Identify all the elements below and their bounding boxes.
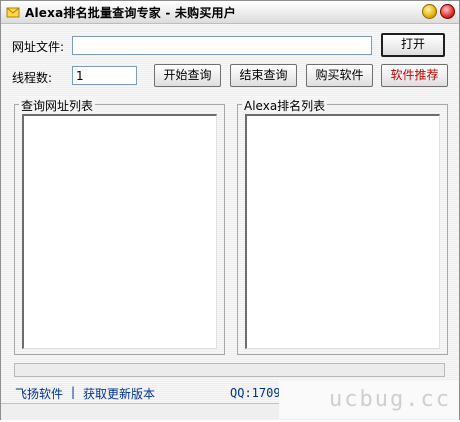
watermark-text: ucbug.cc [329, 387, 451, 412]
url-file-input[interactable] [72, 36, 372, 55]
app-window: Alexa排名批量查询专家 - 未购买用户 网址文件: 打开 线程数: 开始查询… [0, 0, 460, 420]
alexa-rank-listbox[interactable] [245, 114, 440, 349]
software-recommend-button[interactable]: 软件推荐 [381, 64, 448, 87]
threads-label: 线程数: [12, 71, 53, 85]
url-file-label: 网址文件: [12, 40, 65, 54]
alexa-rank-group-title: Alexa排名列表 [242, 97, 328, 114]
close-button[interactable] [440, 4, 455, 19]
title-bar[interactable]: Alexa排名批量查询专家 - 未购买用户 [1, 1, 459, 24]
footer-separator: | [71, 385, 76, 399]
query-url-group-title: 查询网址列表 [19, 97, 96, 114]
start-query-button[interactable]: 开始查询 [154, 64, 221, 87]
buy-software-button[interactable]: 购买软件 [306, 64, 373, 87]
window-title: Alexa排名批量查询专家 - 未购买用户 [25, 6, 236, 20]
open-button[interactable]: 打开 [381, 33, 445, 57]
threads-input[interactable] [72, 66, 137, 85]
query-url-group: 查询网址列表 [14, 97, 225, 355]
stop-query-button[interactable]: 结束查询 [230, 64, 297, 87]
envelope-icon [6, 5, 20, 19]
feiyang-software-link[interactable]: 飞扬软件 [15, 385, 63, 402]
get-update-link[interactable]: 获取更新版本 [83, 385, 155, 402]
progress-bar [14, 363, 445, 377]
minimize-button[interactable] [422, 4, 437, 19]
alexa-rank-group: Alexa排名列表 [237, 97, 448, 355]
watermark: ucbug.cc [279, 381, 459, 419]
query-url-listbox[interactable] [22, 114, 217, 349]
